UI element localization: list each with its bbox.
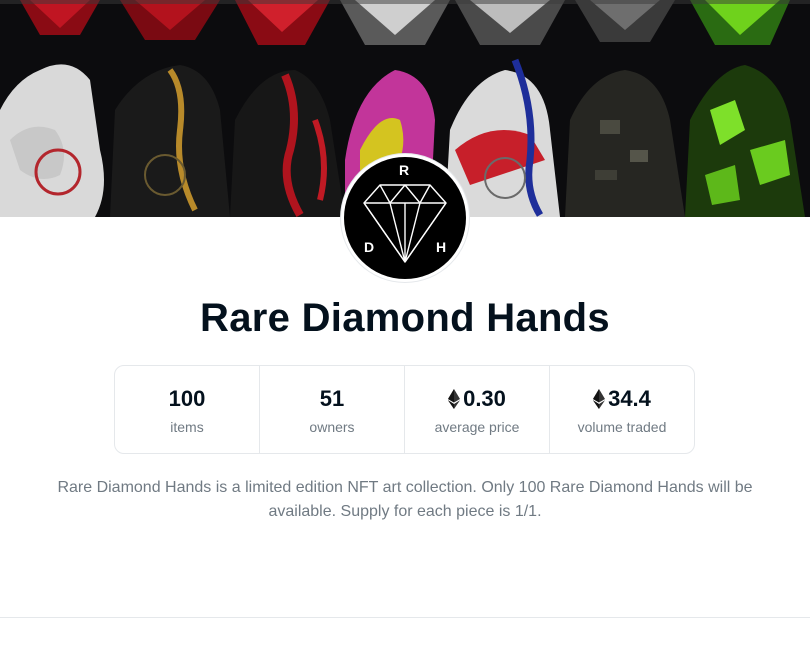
collection-avatar[interactable]: R D H [341,154,469,282]
stat-volume-traded-number: 34.4 [608,385,651,411]
stat-average-price-value: 0.30 [448,385,506,413]
stat-volume-traded-value: 34.4 [593,385,651,413]
collection-stats: 100 items 51 owners 0.30 average price 3… [114,365,695,454]
stat-items-number: 100 [168,385,206,411]
stat-items-value: 100 [169,385,206,413]
stat-average-price-label: average price [434,418,520,435]
stat-average-price[interactable]: 0.30 average price [405,366,550,453]
stat-volume-traded-label: volume traded [577,418,667,435]
logo-letter-top: R [399,162,410,178]
logo-letter-right: H [436,239,447,255]
stat-owners-label: owners [309,418,355,435]
collection-description: Rare Diamond Hands is a limited edition … [57,479,753,520]
collection-page: R D H Rare Diamond Hands 100 items 51 ow… [0,0,810,645]
diamond-logo: R D H [344,157,466,279]
stat-owners-number: 51 [319,385,345,411]
ethereum-icon [448,388,461,409]
stat-owners[interactable]: 51 owners [260,366,405,453]
section-divider [0,617,810,618]
stat-owners-value: 51 [320,385,344,413]
ethereum-icon [593,388,606,409]
logo-letter-left: D [364,239,375,255]
stat-items-label: items [170,418,204,435]
stat-volume-traded[interactable]: 34.4 volume traded [550,366,694,453]
stat-average-price-number: 0.30 [463,385,506,411]
stat-items[interactable]: 100 items [115,366,260,453]
collection-title: Rare Diamond Hands [200,296,610,340]
